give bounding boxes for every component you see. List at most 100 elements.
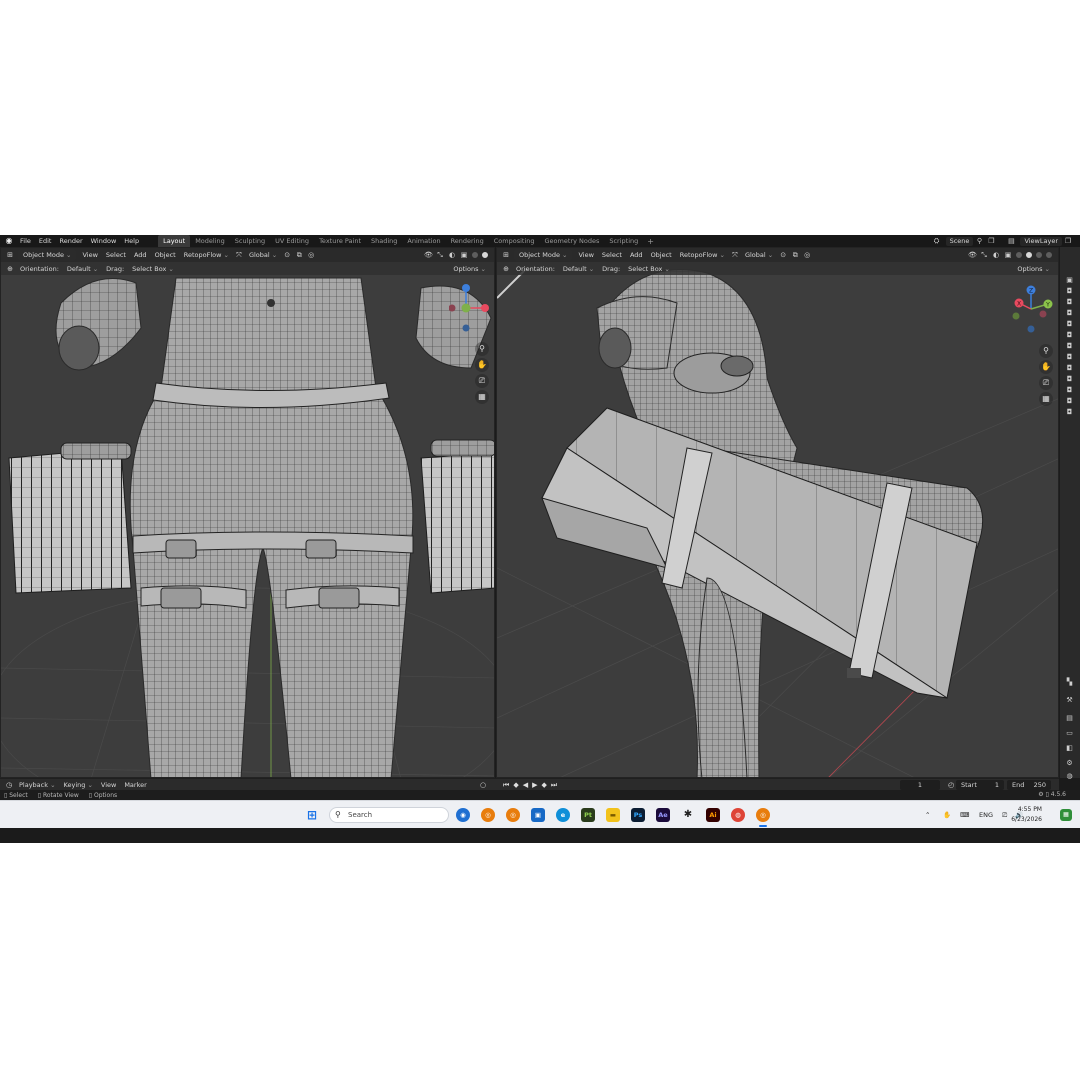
view-layer-properties-icon[interactable]: ◘: [1064, 308, 1075, 318]
proportional-edit-icon[interactable]: ◎: [803, 251, 811, 259]
viewport-right[interactable]: ⊞ Object Mode View Select Add Object Ret…: [496, 247, 1059, 778]
visibility-icon[interactable]: 👁: [968, 251, 977, 259]
menu-select[interactable]: Select: [102, 249, 130, 261]
physics-properties-icon[interactable]: ◘: [1064, 385, 1075, 395]
tab-layout[interactable]: Layout: [158, 235, 191, 247]
perspective-grid-icon[interactable]: ▦: [1039, 392, 1053, 406]
jump-end-icon[interactable]: ⏭: [551, 781, 557, 790]
overlays-icon[interactable]: ◐: [448, 251, 456, 259]
data-properties-icon[interactable]: ◘: [1064, 407, 1075, 417]
zoom-icon[interactable]: ⚲: [1039, 344, 1053, 358]
options-dropdown[interactable]: Options: [449, 263, 490, 275]
photoshop-app-icon[interactable]: Ps: [631, 808, 645, 822]
menu-render[interactable]: Render: [56, 235, 87, 247]
menu-retopoflow[interactable]: RetopoFlow: [180, 249, 233, 261]
taskbar-clock[interactable]: 4:55 PM 6/23/2026: [1011, 805, 1042, 825]
view-layer-selector[interactable]: ViewLayer: [1020, 236, 1062, 246]
tool-wrench-icon[interactable]: ⚒: [1064, 695, 1075, 705]
object-properties-icon[interactable]: ◘: [1064, 352, 1075, 362]
tab-shading[interactable]: Shading: [366, 235, 402, 247]
editor-type-icon[interactable]: ⊞: [502, 251, 510, 259]
shading-wireframe-button[interactable]: [471, 251, 479, 259]
xray-icon[interactable]: ▣: [1004, 251, 1012, 259]
menu-object[interactable]: Object: [151, 249, 180, 261]
pivot-icon[interactable]: ⊙: [779, 251, 787, 259]
scene-properties-icon[interactable]: ◘: [1064, 319, 1075, 329]
scene-selector[interactable]: Scene: [945, 236, 974, 246]
snap-icon[interactable]: ⧉: [791, 251, 799, 259]
mode-selector[interactable]: Object Mode: [18, 249, 77, 261]
tool-icon[interactable]: ⊕: [502, 265, 510, 273]
menu-view[interactable]: View: [78, 249, 101, 261]
menu-view[interactable]: View: [574, 249, 597, 261]
navigation-gizmo-right[interactable]: Z X Y: [1005, 283, 1057, 335]
menu-window[interactable]: Window: [88, 235, 122, 247]
menu-retopoflow[interactable]: RetopoFlow: [676, 249, 729, 261]
transform-space-selector[interactable]: Global: [245, 249, 281, 261]
illustrator-app-icon[interactable]: Ai: [706, 808, 720, 822]
tab-animation[interactable]: Animation: [402, 235, 445, 247]
xray-icon[interactable]: ▣: [460, 251, 468, 259]
tab-texture-paint[interactable]: Texture Paint: [314, 235, 366, 247]
editor-type-icon[interactable]: ⊞: [6, 251, 14, 259]
play-icon[interactable]: ▶: [532, 781, 537, 789]
blender-app-icon-2[interactable]: ◎: [506, 808, 520, 822]
gizmo-icon[interactable]: ⤡: [436, 251, 444, 259]
shading-rendered-button[interactable]: [1045, 251, 1053, 259]
snap-icon[interactable]: ⧉: [295, 251, 303, 259]
zoom-icon[interactable]: ⚲: [475, 342, 489, 356]
blender-app-icon-3[interactable]: ◎: [756, 808, 770, 822]
taskbar-search-input[interactable]: ⚲ Search: [329, 807, 449, 823]
visibility-icon[interactable]: 👁: [424, 251, 433, 259]
shading-solid-button[interactable]: [481, 251, 489, 259]
pin-icon[interactable]: ⚲: [975, 237, 983, 245]
menu-edit[interactable]: Edit: [36, 235, 57, 247]
menu-file[interactable]: File: [17, 235, 36, 247]
material-icon[interactable]: ◍: [1064, 771, 1075, 781]
end-frame-field[interactable]: End 250: [1007, 780, 1051, 790]
gizmo-icon[interactable]: ⤡: [980, 251, 988, 259]
new-scene-icon[interactable]: ❐: [987, 237, 995, 245]
proportional-edit-icon[interactable]: ◎: [307, 251, 315, 259]
tool-icon[interactable]: ⊕: [6, 265, 14, 273]
menu-help[interactable]: Help: [121, 235, 144, 247]
axis-z-handle[interactable]: [462, 284, 470, 292]
menu-add[interactable]: Add: [130, 249, 151, 261]
tab-geometry-nodes[interactable]: Geometry Nodes: [540, 235, 605, 247]
auto-keying-icon[interactable]: ○: [479, 781, 487, 789]
painter-app-icon[interactable]: Pt: [581, 808, 595, 822]
tab-rendering[interactable]: Rendering: [446, 235, 489, 247]
shading-material-button[interactable]: [1035, 251, 1043, 259]
tray-app-icon[interactable]: ✋: [943, 801, 951, 829]
overlays-icon[interactable]: ◐: [992, 251, 1000, 259]
app-icon-1[interactable]: ◉: [456, 808, 470, 822]
drag-selector[interactable]: Select Box: [128, 263, 178, 275]
timeline-editor-icon[interactable]: ◷: [5, 781, 13, 789]
tab-uv-editing[interactable]: UV Editing: [270, 235, 314, 247]
prev-keyframe-icon[interactable]: ◆: [513, 781, 518, 789]
constraint-properties-icon[interactable]: ◘: [1064, 396, 1075, 406]
modifier-icon[interactable]: ⚙: [1064, 758, 1075, 768]
collection-properties-icon[interactable]: ◘: [1064, 341, 1075, 351]
menu-object[interactable]: Object: [647, 249, 676, 261]
particle-properties-icon[interactable]: ◘: [1064, 374, 1075, 384]
menu-keying[interactable]: Keying: [60, 779, 97, 791]
axis-neg-z-handle[interactable]: [1027, 325, 1035, 333]
zbrush-app-icon[interactable]: ✱: [681, 808, 695, 822]
axis-y-handle[interactable]: [461, 303, 471, 313]
keyboard-icon[interactable]: ⌨: [960, 801, 969, 829]
camera-view-icon[interactable]: ⎚: [475, 374, 489, 388]
file-explorer-icon[interactable]: ▬: [606, 808, 620, 822]
options-dropdown[interactable]: Options: [1013, 263, 1054, 275]
language-indicator[interactable]: ENG: [979, 801, 993, 829]
orientation-selector[interactable]: Default: [63, 263, 102, 275]
world-properties-icon[interactable]: ◘: [1064, 330, 1075, 340]
pan-hand-icon[interactable]: ✋: [1039, 360, 1053, 374]
axis-neg-y-handle[interactable]: [1012, 312, 1020, 320]
orientation-selector[interactable]: Default: [559, 263, 598, 275]
menu-marker[interactable]: Marker: [120, 779, 150, 791]
edge-browser-icon[interactable]: e: [556, 808, 570, 822]
tray-overflow-icon[interactable]: ⌃: [925, 801, 930, 829]
perspective-grid-icon[interactable]: ▦: [475, 390, 489, 404]
axis-neg-x-handle[interactable]: [449, 304, 456, 312]
